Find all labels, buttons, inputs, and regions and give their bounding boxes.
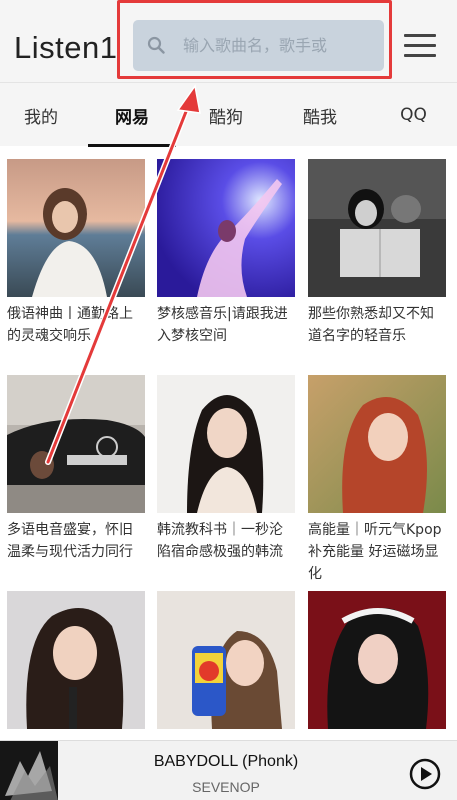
playlist-cover xyxy=(7,375,145,513)
playlist-title: 梦核感音乐|请跟我进入梦核空间 xyxy=(157,306,288,344)
playlist-card[interactable]: 俄语神曲丨通勤路上的灵魂交响乐 xyxy=(7,159,145,347)
playlist-title: 多语电音盛宴，怀旧温柔与现代活力同行 xyxy=(7,522,133,560)
playlist-card[interactable]: 那些你熟悉却又不知道名字的轻音乐 xyxy=(308,159,446,347)
search-box[interactable] xyxy=(133,20,384,71)
tab-netease[interactable]: 网易 xyxy=(88,83,176,147)
playlist-title: 韩流教科书｜一秒沦陷宿命感极强的韩流 xyxy=(157,522,283,560)
app-header: Listen1 xyxy=(0,8,457,82)
tab-qq[interactable]: QQ xyxy=(370,83,457,147)
hamburger-menu-icon xyxy=(404,34,436,37)
play-circle-icon[interactable] xyxy=(409,758,441,790)
status-bar xyxy=(0,0,457,8)
playlist-card[interactable] xyxy=(308,591,446,735)
search-input[interactable] xyxy=(183,20,378,71)
playlist-grid: 俄语神曲丨通勤路上的灵魂交响乐 梦核感音乐|请跟我进入梦核空间 那些你熟悉却又不… xyxy=(0,146,457,740)
playlist-card[interactable]: 高能量｜听元气Kpop补充能量 好运磁场显化 xyxy=(308,375,446,585)
playlist-card[interactable]: 韩流教科书｜一秒沦陷宿命感极强的韩流 xyxy=(157,375,295,563)
playlist-title: 高能量｜听元气Kpop补充能量 好运磁场显化 xyxy=(308,522,442,582)
source-tabs: 我的 网易 酷狗 酷我 QQ xyxy=(0,82,457,147)
playlist-cover xyxy=(7,591,145,729)
playlist-card[interactable]: 多语电音盛宴，怀旧温柔与现代活力同行 xyxy=(7,375,145,563)
tab-mine[interactable]: 我的 xyxy=(0,83,82,147)
playlist-card[interactable] xyxy=(157,591,295,735)
app-title: Listen1 xyxy=(14,30,118,65)
track-artist: SEVENOP xyxy=(192,779,260,795)
playlist-cover xyxy=(157,375,295,513)
playlist-card[interactable] xyxy=(7,591,145,735)
now-playing-cover xyxy=(0,741,58,800)
search-icon xyxy=(147,36,165,54)
playlist-cover xyxy=(308,375,446,513)
playlist-cover xyxy=(308,591,446,729)
playlist-cover xyxy=(157,591,295,729)
track-title: BABYDOLL (Phonk) xyxy=(153,753,299,770)
playlist-card[interactable]: 梦核感音乐|请跟我进入梦核空间 xyxy=(157,159,295,347)
playlist-cover xyxy=(308,159,446,297)
playlist-cover xyxy=(7,159,145,297)
tab-kuwo[interactable]: 酷我 xyxy=(276,83,364,147)
playlist-cover xyxy=(157,159,295,297)
menu-button[interactable] xyxy=(404,34,436,58)
playlist-title: 那些你熟悉却又不知道名字的轻音乐 xyxy=(308,306,434,344)
mini-player[interactable]: BABYDOLL (Phonk) SEVENOP xyxy=(0,740,457,800)
playlist-title: 俄语神曲丨通勤路上的灵魂交响乐 xyxy=(7,306,133,344)
tab-kugou[interactable]: 酷狗 xyxy=(182,83,270,147)
